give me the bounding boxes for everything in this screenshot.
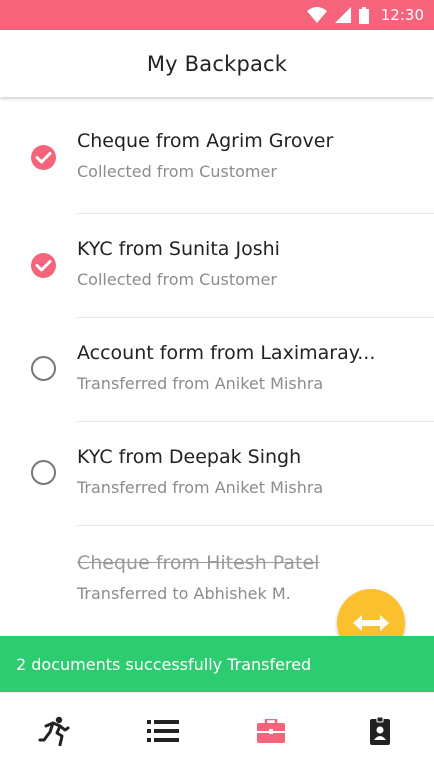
bottom-nav bbox=[0, 692, 434, 768]
app-bar: My Backpack bbox=[0, 30, 434, 97]
status-time: 12:30 bbox=[380, 6, 424, 24]
document-title: Account form from Laximaray... bbox=[77, 342, 376, 364]
nav-item-list[interactable] bbox=[133, 701, 193, 761]
swap-horizontal-icon bbox=[353, 615, 389, 631]
nav-item-backpack[interactable] bbox=[241, 701, 301, 761]
page-title: My Backpack bbox=[146, 51, 288, 76]
nav-item-activity[interactable] bbox=[24, 701, 84, 761]
document-title: KYC from Deepak Singh bbox=[77, 446, 302, 468]
wifi-icon bbox=[306, 7, 327, 23]
list-item[interactable]: Cheque from Agrim Grover Collected from … bbox=[0, 98, 434, 214]
document-title: KYC from Sunita Joshi bbox=[77, 238, 280, 260]
document-list: Cheque from Agrim Grover Collected from … bbox=[0, 98, 434, 636]
list-item[interactable]: Account form from Laximaray... Transferr… bbox=[0, 318, 434, 422]
list-icon bbox=[146, 719, 179, 742]
checked-circle-icon[interactable] bbox=[30, 144, 57, 171]
empty-circle-icon[interactable] bbox=[30, 355, 57, 382]
document-subtitle: Transferred from Aniket Mishra bbox=[77, 478, 324, 497]
list-item[interactable]: KYC from Deepak Singh Transferred from A… bbox=[0, 422, 434, 526]
list-item[interactable]: KYC from Sunita Joshi Collected from Cus… bbox=[0, 214, 434, 318]
runner-icon bbox=[38, 716, 70, 746]
document-title: Cheque from Agrim Grover bbox=[77, 130, 334, 152]
id-badge-icon bbox=[369, 716, 390, 745]
document-subtitle: Transferred from Aniket Mishra bbox=[77, 374, 324, 393]
document-subtitle: Collected from Customer bbox=[77, 270, 277, 289]
checked-circle-icon[interactable] bbox=[30, 252, 57, 279]
status-bar: 12:30 bbox=[0, 0, 434, 30]
battery-icon bbox=[358, 6, 369, 24]
document-title: Cheque from Hitesh Patel bbox=[77, 552, 320, 574]
snackbar-message: 2 documents successfully Transfered bbox=[16, 654, 312, 674]
signal-icon bbox=[334, 7, 351, 23]
empty-circle-icon[interactable] bbox=[30, 459, 57, 486]
briefcase-icon bbox=[257, 718, 286, 743]
snackbar: 2 documents successfully Transfered bbox=[0, 636, 434, 692]
nav-item-profile[interactable] bbox=[350, 701, 410, 761]
document-subtitle: Collected from Customer bbox=[77, 162, 277, 181]
